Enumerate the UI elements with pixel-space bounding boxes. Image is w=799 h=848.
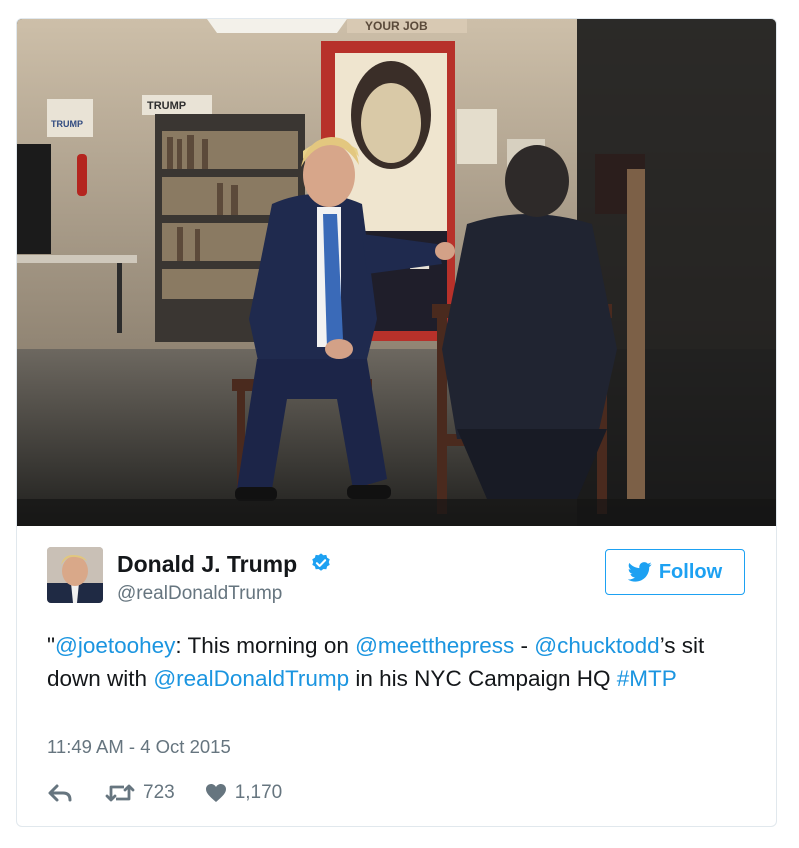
tweet-card: YOUR JOB TRUMP TRUMP Donald J. Trump @re… <box>16 18 777 827</box>
poster-top-text: YOUR JOB <box>365 19 428 33</box>
heart-icon <box>205 784 226 802</box>
text-part: : This morning on <box>175 633 356 658</box>
text-part: " <box>47 633 55 658</box>
tweet-timestamp[interactable]: 11:49 AM - 4 Oct 2015 <box>47 736 231 758</box>
twitter-bird-icon <box>627 562 652 582</box>
tweet-actions: 723 1,170 <box>47 779 282 807</box>
verified-badge-icon <box>311 553 330 571</box>
sign-center-text: TRUMP <box>147 100 186 112</box>
mention-joetoohey[interactable]: @joetoohey <box>55 633 175 658</box>
retweet-button[interactable]: 723 <box>105 782 175 804</box>
like-count: 1,170 <box>234 782 283 803</box>
display-name-row[interactable]: Donald J. Trump <box>117 551 332 578</box>
user-handle[interactable]: @realDonaldTrump <box>117 583 282 605</box>
reply-button[interactable] <box>47 783 73 803</box>
tweet-photo[interactable]: YOUR JOB TRUMP TRUMP <box>17 19 776 526</box>
mention-meetthepress[interactable]: @meetthepress <box>355 633 514 658</box>
hashtag-mtp[interactable]: #MTP <box>617 666 677 691</box>
retweet-icon <box>105 784 135 802</box>
retweet-count: 723 <box>143 782 175 803</box>
mention-realdonaldtrump[interactable]: @realDonaldTrump <box>153 666 349 691</box>
mention-chucktodd[interactable]: @chucktodd <box>534 633 659 658</box>
sign-left-text: TRUMP <box>51 119 83 129</box>
follow-label: Follow <box>658 560 723 583</box>
text-part: in his NYC Campaign HQ <box>349 666 617 691</box>
reply-icon <box>48 784 72 802</box>
like-button[interactable]: 1,170 <box>205 782 283 804</box>
avatar-image <box>47 547 103 603</box>
display-name[interactable]: Donald J. Trump <box>117 551 297 577</box>
avatar[interactable] <box>47 547 103 603</box>
text-part: - <box>514 633 535 658</box>
follow-button[interactable]: Follow <box>605 549 745 595</box>
interview-photo-illustration: YOUR JOB TRUMP TRUMP <box>17 19 776 526</box>
tweet-text: "@joetoohey: This morning on @meetthepre… <box>47 629 757 695</box>
